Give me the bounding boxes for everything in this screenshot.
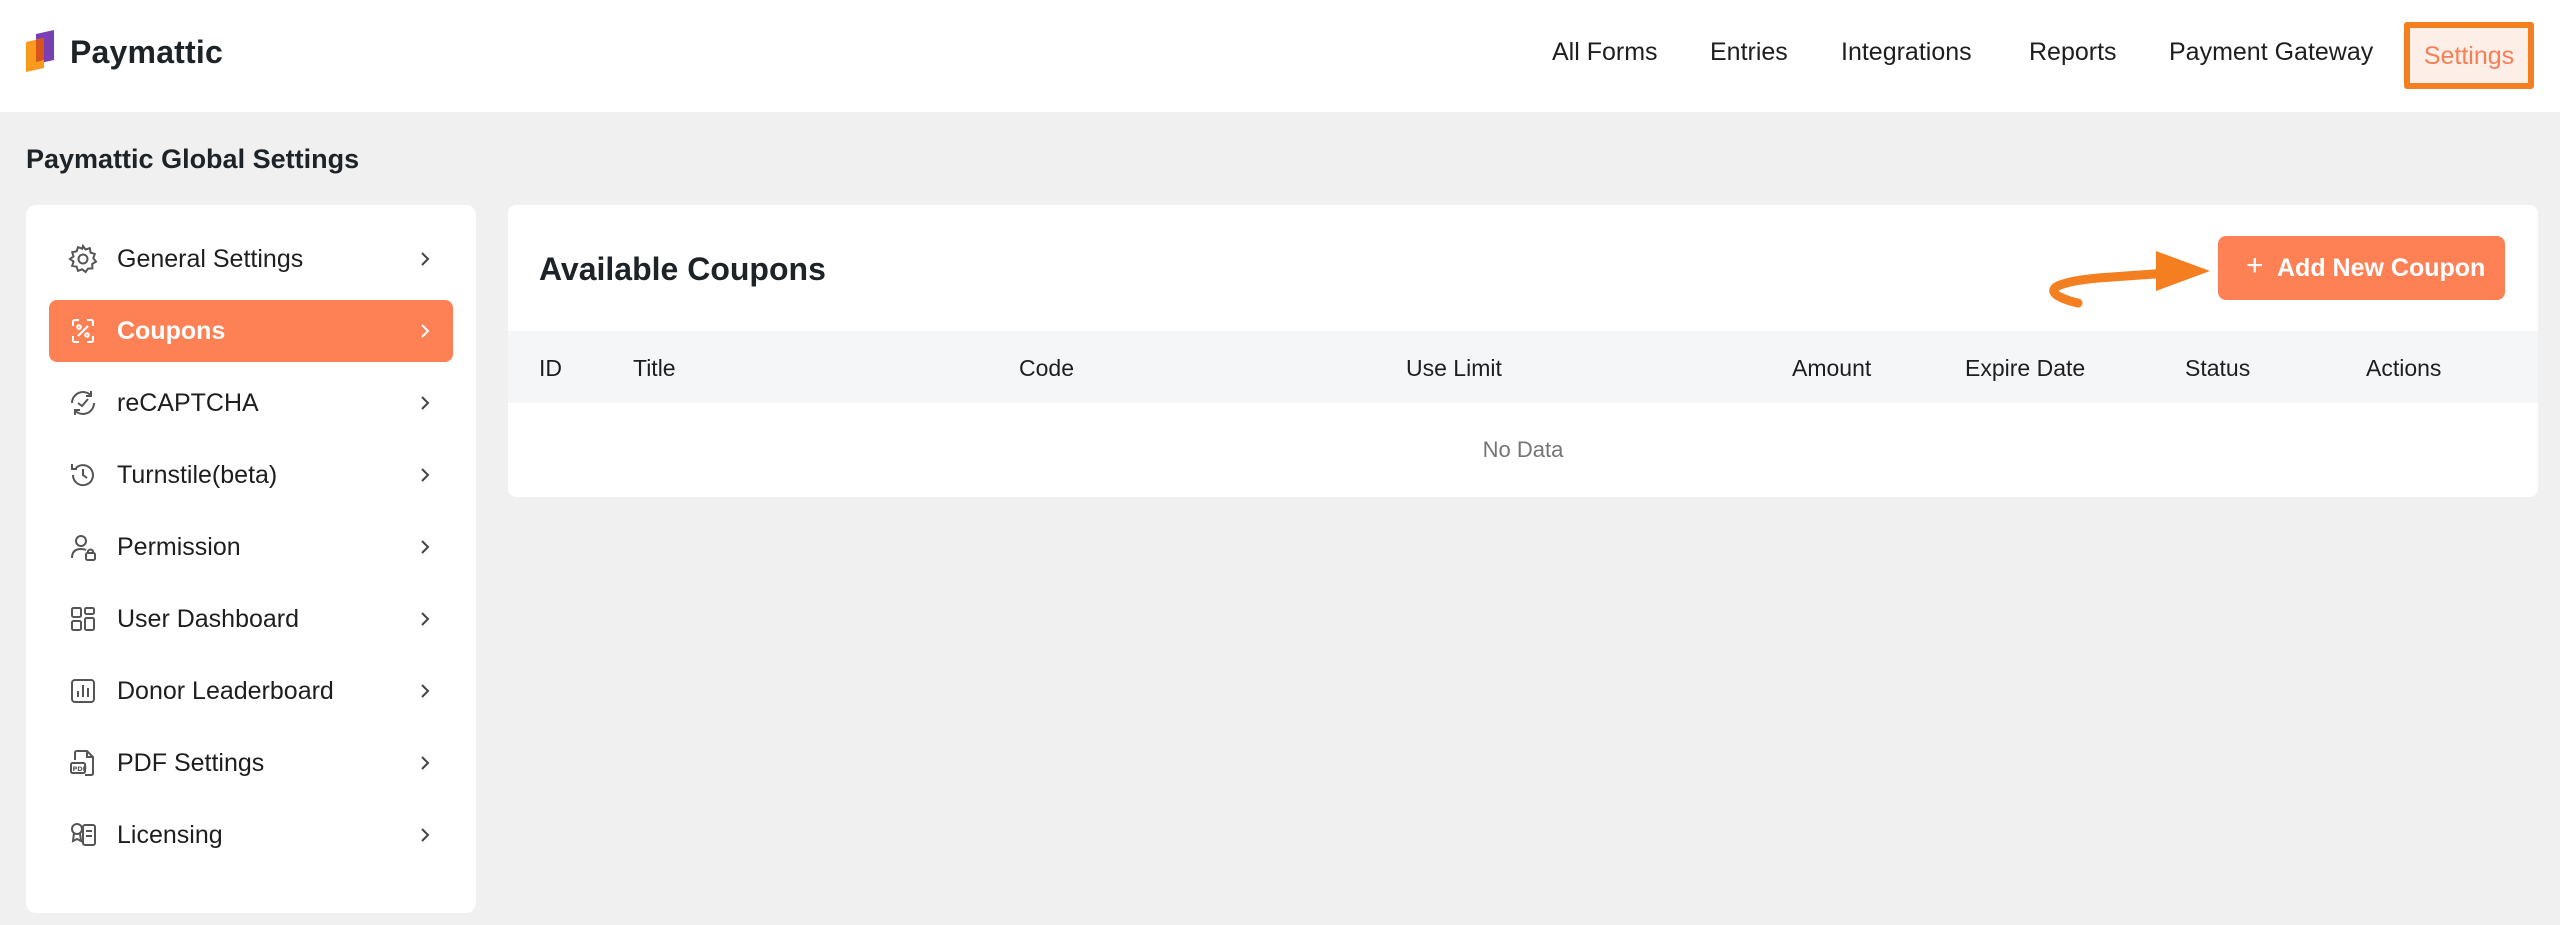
column-header-expire-date[interactable]: Expire Date xyxy=(1965,355,2085,382)
settings-sidebar: General Settings Coupons reCAPTCHA Turns… xyxy=(26,205,476,913)
chevron-right-icon xyxy=(421,684,430,698)
sidebar-item-label: Licensing xyxy=(117,821,223,849)
column-header-actions[interactable]: Actions xyxy=(2366,355,2441,382)
nav-reports[interactable]: Reports xyxy=(2029,38,2117,67)
sidebar-item-label: Donor Leaderboard xyxy=(117,677,334,705)
sidebar-item-label: Permission xyxy=(117,533,241,561)
column-header-title[interactable]: Title xyxy=(633,355,676,382)
sidebar-item-label: User Dashboard xyxy=(117,605,300,633)
sidebar-item-permission[interactable]: Permission xyxy=(49,516,453,578)
nav-settings-label: Settings xyxy=(2423,42,2515,70)
sidebar-item-label: Turnstile(beta) xyxy=(117,461,278,489)
empty-state-text: No Data xyxy=(1482,437,1564,462)
sidebar-item-donor-leaderboard[interactable]: Donor Leaderboard xyxy=(49,660,453,722)
chevron-right-icon xyxy=(421,468,430,482)
dashboard-grid-icon xyxy=(71,607,95,631)
sidebar-item-label: Coupons xyxy=(117,317,226,345)
sidebar-item-user-dashboard[interactable]: User Dashboard xyxy=(49,588,453,650)
chevron-right-icon xyxy=(421,324,430,338)
column-header-code[interactable]: Code xyxy=(1019,355,1074,382)
nav-entries[interactable]: Entries xyxy=(1710,38,1788,67)
coupons-panel: Available Coupons + Add New Coupon ID Ti… xyxy=(508,205,2538,497)
column-header-amount[interactable]: Amount xyxy=(1792,355,1871,382)
column-header-status[interactable]: Status xyxy=(2185,355,2250,382)
sidebar-item-recaptcha[interactable]: reCAPTCHA xyxy=(49,372,453,434)
arrow-annotation-icon xyxy=(2049,251,2210,308)
nav-settings[interactable]: Settings xyxy=(2404,22,2534,89)
sidebar-item-turnstile[interactable]: Turnstile(beta) xyxy=(49,444,453,506)
column-header-id[interactable]: ID xyxy=(539,355,562,382)
chevron-right-icon xyxy=(421,396,430,410)
coupons-table-header: ID Title Code Use Limit Amount Expire Da… xyxy=(508,331,2538,403)
gear-icon xyxy=(68,243,98,274)
nav-all-forms[interactable]: All Forms xyxy=(1552,38,1658,67)
sidebar-item-label: General Settings xyxy=(117,245,304,273)
page-title: Paymattic Global Settings xyxy=(26,144,360,174)
add-new-coupon-button[interactable]: + Add New Coupon xyxy=(2218,236,2505,300)
chevron-right-icon xyxy=(421,612,430,626)
sidebar-item-licensing[interactable]: Licensing xyxy=(49,804,453,866)
coupon-icon xyxy=(72,319,94,343)
nav-integrations[interactable]: Integrations xyxy=(1841,38,1972,67)
recaptcha-icon xyxy=(71,391,95,415)
bar-chart-icon xyxy=(71,679,95,703)
user-lock-icon xyxy=(71,535,96,561)
history-icon xyxy=(71,464,94,487)
sidebar-item-label: reCAPTCHA xyxy=(117,389,259,417)
nav-payment-gateway[interactable]: Payment Gateway xyxy=(2169,38,2373,67)
chevron-right-icon xyxy=(421,828,430,842)
column-header-use-limit[interactable]: Use Limit xyxy=(1406,355,1502,382)
sidebar-item-label: PDF Settings xyxy=(117,749,265,777)
plus-icon: + xyxy=(2246,249,2264,282)
license-icon xyxy=(71,823,96,846)
pdf-icon: PDF xyxy=(70,750,94,776)
chevron-right-icon xyxy=(421,540,430,554)
svg-text:PDF: PDF xyxy=(73,765,88,773)
sidebar-item-general-settings[interactable]: General Settings xyxy=(49,228,453,290)
top-bar: Paymattic All Forms Entries Integrations… xyxy=(0,0,2560,112)
panel-title: Available Coupons xyxy=(539,251,826,287)
brand-name[interactable]: Paymattic xyxy=(70,34,223,71)
chevron-right-icon xyxy=(421,252,430,266)
paymattic-logo-icon[interactable] xyxy=(24,30,56,78)
sidebar-item-pdf-settings[interactable]: PDF PDF Settings xyxy=(49,732,453,794)
chevron-right-icon xyxy=(421,756,430,770)
sidebar-item-coupons[interactable]: Coupons xyxy=(49,300,453,362)
add-new-coupon-label: Add New Coupon xyxy=(2277,254,2486,282)
